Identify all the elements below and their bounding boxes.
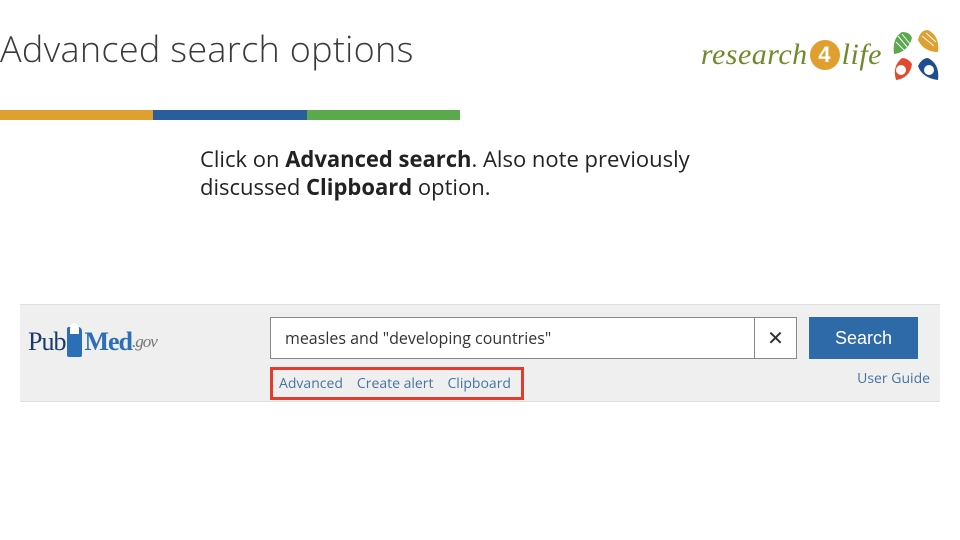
- create-alert-link[interactable]: Create alert: [357, 374, 434, 393]
- logo-digit: 4: [810, 40, 840, 70]
- user-guide-link[interactable]: User Guide: [857, 369, 930, 388]
- logo-text-right: life: [842, 38, 882, 72]
- sublinks-highlight: Advanced Create alert Clipboard: [270, 367, 524, 400]
- search-button[interactable]: Search: [809, 317, 918, 359]
- page-title: Advanced search options: [0, 24, 414, 73]
- close-icon: ✕: [767, 326, 784, 351]
- pubmed-icon: [67, 327, 82, 357]
- pubmed-screenshot: Pub Med .gov ✕ Search Advanced Create al…: [20, 304, 940, 402]
- search-row: ✕ Search: [270, 317, 918, 359]
- search-input[interactable]: [270, 317, 755, 359]
- clear-button[interactable]: ✕: [755, 317, 797, 359]
- pubmed-pub: Pub: [28, 327, 65, 357]
- pubmed-logo: Pub Med .gov: [28, 327, 157, 357]
- instruction-text: Click on Advanced search. Also note prev…: [200, 146, 760, 201]
- research4life-icon: [888, 28, 942, 82]
- clipboard-link[interactable]: Clipboard: [447, 374, 511, 393]
- advanced-link[interactable]: Advanced: [279, 374, 343, 393]
- research4life-logo: research 4 life: [701, 28, 942, 82]
- pubmed-gov: .gov: [132, 332, 157, 352]
- pubmed-med: Med: [84, 327, 132, 357]
- logo-text-left: research: [701, 38, 808, 72]
- title-underline: [0, 110, 460, 120]
